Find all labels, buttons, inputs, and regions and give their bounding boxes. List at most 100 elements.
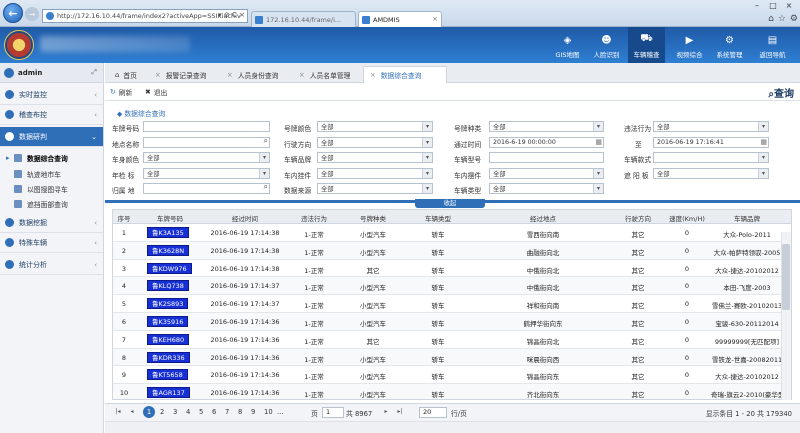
sidebar-item-statistics[interactable]: 统计分析 ‹: [0, 255, 103, 275]
column-header[interactable]: 经过时间: [205, 213, 285, 223]
close-icon[interactable]: ×: [299, 71, 305, 79]
brand-select[interactable]: 全部: [317, 152, 433, 163]
home-icon[interactable]: ⌂: [768, 14, 774, 24]
browser-tab-2[interactable]: AMDMIS ×: [358, 11, 442, 27]
page-number[interactable]: 7: [225, 408, 229, 416]
model-input[interactable]: [489, 152, 604, 163]
close-icon[interactable]: ×: [155, 71, 161, 79]
page-input[interactable]: 1: [322, 407, 344, 418]
submenu-item-face-cover[interactable]: 遮挡面部查询: [14, 199, 68, 209]
table-row[interactable]: 10 鲁AGR137 2016-06-19 17:14:36 1-正常 小型汽车 轿车 齐北…: [113, 384, 783, 399]
column-header[interactable]: 速度(Km/H): [663, 213, 711, 223]
page-number[interactable]: 6: [212, 408, 216, 416]
table-row[interactable]: 2 鲁K3628N 2016-06-19 17:14:38 1-正常 小型汽车 轿车 曲融街…: [113, 241, 783, 260]
maximize-icon[interactable]: □: [766, 0, 780, 11]
page-number[interactable]: 1: [143, 406, 155, 418]
column-header[interactable]: 违法行为: [285, 213, 343, 223]
back-arrow-icon[interactable]: ←: [3, 3, 23, 23]
page-size-select[interactable]: 20: [419, 407, 447, 418]
first-page-icon[interactable]: |◂: [113, 407, 123, 417]
star-icon[interactable]: ☆: [778, 14, 786, 24]
submenu-item-track[interactable]: 轨迹地市车: [14, 169, 61, 179]
close-tab-icon[interactable]: ×: [432, 15, 438, 23]
close-icon[interactable]: ×: [370, 71, 376, 79]
browser-tab-1[interactable]: 172.16.10.44/frame/i...: [251, 11, 356, 27]
ornament-select[interactable]: 全部: [489, 168, 604, 179]
pass-time-input[interactable]: 2016-6-19 00:00:00: [489, 137, 604, 148]
nav-gis-map[interactable]: ◈ GIS地图: [549, 27, 586, 63]
last-page-icon[interactable]: ▸|: [395, 407, 405, 417]
collapse-button[interactable]: 收起: [415, 199, 485, 208]
tab-home[interactable]: ⌂ 首页: [109, 66, 149, 83]
pass-time-label: 通过时间: [454, 141, 482, 149]
page-number[interactable]: ...: [277, 408, 283, 416]
column-header[interactable]: 车辆类型: [403, 213, 473, 223]
table-row[interactable]: 8 鲁KDR336 2016-06-19 17:14:36 1-正常 小型汽车 轿车 咪晨街…: [113, 348, 783, 367]
gear-icon[interactable]: ⚙: [790, 14, 798, 24]
direction-select[interactable]: 全部: [317, 137, 433, 148]
sidebar-item-realtime[interactable]: 实时监控 ‹: [0, 85, 103, 105]
page-number[interactable]: 8: [238, 408, 242, 416]
sidebar-item-data-mining[interactable]: 数据挖掘 ‹: [0, 213, 103, 233]
horizontal-scrollbar[interactable]: [105, 421, 800, 433]
year-check-select[interactable]: 全部: [143, 168, 270, 179]
submenu-item-image-search[interactable]: 以图搜图寻车: [14, 184, 68, 194]
prev-page-icon[interactable]: ◂: [127, 407, 137, 417]
nav-system-admin[interactable]: ⚙ 系统管理: [711, 27, 748, 63]
sidebar-item-control[interactable]: 稽查布控 ‹: [0, 105, 103, 125]
table-row[interactable]: 5 鲁K2S893 2016-06-19 17:14:37 1-正常 小型汽车 轿车 祥和街…: [113, 295, 783, 313]
plate-color-select[interactable]: 全部: [317, 121, 433, 132]
column-header[interactable]: 经过地点: [473, 213, 613, 223]
close-window-icon[interactable]: ×: [782, 0, 796, 11]
page-number[interactable]: 9: [251, 408, 255, 416]
page-number[interactable]: 10: [264, 408, 273, 416]
exit-button[interactable]: ✖ 退出: [145, 87, 167, 97]
source-select[interactable]: 全部: [317, 183, 433, 194]
column-header[interactable]: 序号: [113, 213, 135, 223]
table-row[interactable]: 4 鲁KLQ738 2016-06-19 17:14:37 1-正常 小型汽车 轿车 中俄街…: [113, 277, 783, 296]
refresh-button[interactable]: ↻ 刷新: [110, 87, 132, 97]
page-icon: [362, 16, 370, 24]
vertical-scroll-thumb[interactable]: [782, 244, 790, 310]
table-row[interactable]: 6 鲁K35916 2016-06-19 17:14:36 1-正常 小型汽车 轿车 鹤押华…: [113, 313, 783, 331]
close-icon[interactable]: ×: [227, 71, 233, 79]
nav-video[interactable]: ▶ 视频综合: [671, 27, 708, 63]
minimize-icon[interactable]: –: [750, 0, 764, 11]
submenu-item-comprehensive-query[interactable]: 数据综合查询: [6, 153, 68, 163]
page-number[interactable]: 5: [199, 408, 203, 416]
visor-select[interactable]: 全部: [653, 168, 769, 179]
query-button[interactable]: ⌕查询: [768, 85, 794, 100]
column-header[interactable]: 行驶方向: [613, 213, 663, 223]
table-row[interactable]: 1 鲁K3A135 2016-06-19 17:14:38 1-正常 小型汽车 轿车 雪西街…: [113, 224, 783, 242]
column-header[interactable]: 号牌种类: [343, 213, 403, 223]
plate-type-select[interactable]: 全部: [489, 121, 604, 132]
violation-select[interactable]: 全部: [653, 121, 769, 132]
vehicle-color-select[interactable]: 全部: [143, 152, 270, 163]
address-bar[interactable]: http://172.16.10.44/frame/index2?activeA…: [42, 9, 248, 23]
style-select[interactable]: [653, 152, 769, 163]
page-number[interactable]: 2: [160, 408, 164, 416]
tab-comprehensive-query[interactable]: × 数据综合查询: [363, 66, 447, 83]
sidebar-item-data-analysis[interactable]: 数据研判 ⌄: [0, 127, 103, 147]
nav-face-recognition[interactable]: ☻ 人脸识别: [588, 27, 625, 63]
column-header[interactable]: 车牌号码: [135, 213, 205, 223]
nav-vehicle-inspection[interactable]: ⛟ 车辆稽查: [628, 27, 665, 63]
table-row[interactable]: 7 鲁KEH680 2016-06-19 17:14:36 1-正常 其它 轿车 锦晶街向北…: [113, 331, 783, 349]
page-number[interactable]: 3: [173, 408, 177, 416]
belong-input[interactable]: [143, 183, 270, 194]
column-header[interactable]: 车辆品牌: [711, 213, 783, 223]
page-number[interactable]: 4: [186, 408, 190, 416]
location-input[interactable]: [143, 137, 270, 148]
table-row[interactable]: 3 鲁KDW976 2016-06-19 17:14:38 1-正常 其它 轿车 中俄街向北…: [113, 260, 783, 278]
car-type-select[interactable]: 全部: [489, 183, 604, 194]
next-page-icon[interactable]: ▸: [381, 407, 391, 417]
nav-return[interactable]: ▤ 返回导航: [754, 27, 791, 63]
forward-arrow-icon[interactable]: →: [25, 7, 39, 21]
end-time-input[interactable]: 2016-06-19 17:16:41: [653, 137, 769, 148]
expand-icon[interactable]: ⤢: [91, 68, 97, 77]
pendant-select[interactable]: 全部: [317, 168, 433, 179]
table-row[interactable]: 9 鲁KT5658 2016-06-19 17:14:36 1-正常 小型汽车 轿车 锦晶街…: [113, 366, 783, 385]
plate-no-input[interactable]: [143, 121, 270, 132]
address-controls-icon[interactable]: ▾ ⊘ C ×: [218, 11, 245, 19]
sidebar-item-special-vehicles[interactable]: 特殊车辆 ‹: [0, 233, 103, 253]
